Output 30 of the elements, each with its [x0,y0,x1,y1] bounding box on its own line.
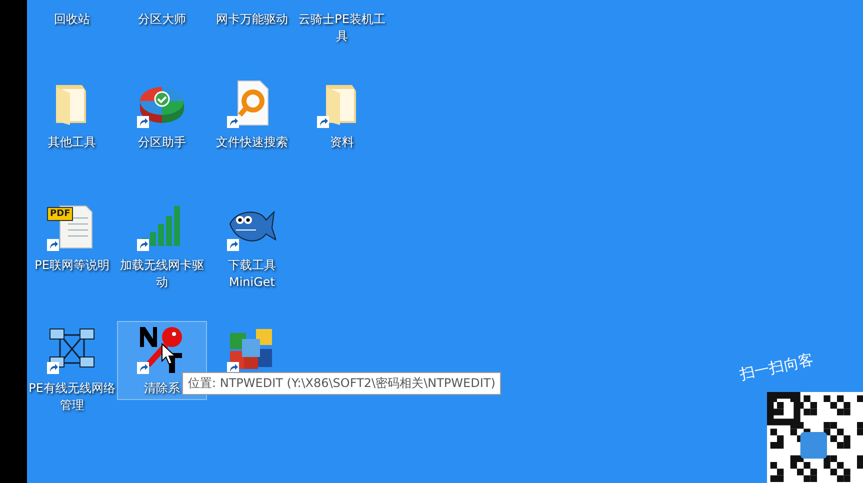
qr-code-icon [767,392,863,483]
desktop-icon[interactable]: 下载工具MiniGet [207,198,297,294]
desktop-icon[interactable]: 分区助手 [117,75,207,154]
icon-label: 其他工具 [48,134,96,151]
pdf-badge: PDF [47,207,74,221]
icon-label: 清除系 [144,380,180,397]
desktop-icon[interactable]: 加载无线网卡驱动 [117,198,207,294]
promo-caption: 扫一扫向客 [738,350,816,385]
desktop-icon[interactable]: 回收站 [27,0,117,31]
tooltip: 位置: NTPWEDIT (Y:\X86\SOFT2\密码相关\NTPWEDIT) [182,372,502,395]
desktop-icon[interactable]: 云骑士PE装机工具 [297,0,387,48]
icon-label: 分区助手 [138,134,186,151]
desktop-icon[interactable]: 网卡万能驱动 [207,0,297,31]
desktop-icon[interactable]: 文件快速搜索 [207,75,297,154]
desktop-icon[interactable]: PDF PE联网等说明 [27,198,117,277]
icon-label: PE有线无线网络管理 [28,380,116,414]
desktop-icon[interactable]: 资料 [297,75,387,154]
icon-label: 文件快速搜索 [216,134,288,151]
icon-label: 回收站 [54,11,90,28]
icon-label: 下载工具MiniGet [227,257,277,291]
icon-label: 资料 [330,134,354,151]
icon-label: 加载无线网卡驱动 [119,257,205,291]
mouse-cursor-icon [161,343,175,365]
icon-label: 分区大师 [138,11,186,28]
desktop-icon[interactable]: 其他工具 [27,75,117,154]
icon-label: PE联网等说明 [34,257,110,274]
desktop-icon[interactable]: PE有线无线网络管理 [27,321,117,417]
icon-label: 网卡万能驱动 [216,11,288,28]
icon-label: 云骑士PE装机工具 [298,11,386,45]
desktop-icon[interactable]: 分区大师 [117,0,207,31]
